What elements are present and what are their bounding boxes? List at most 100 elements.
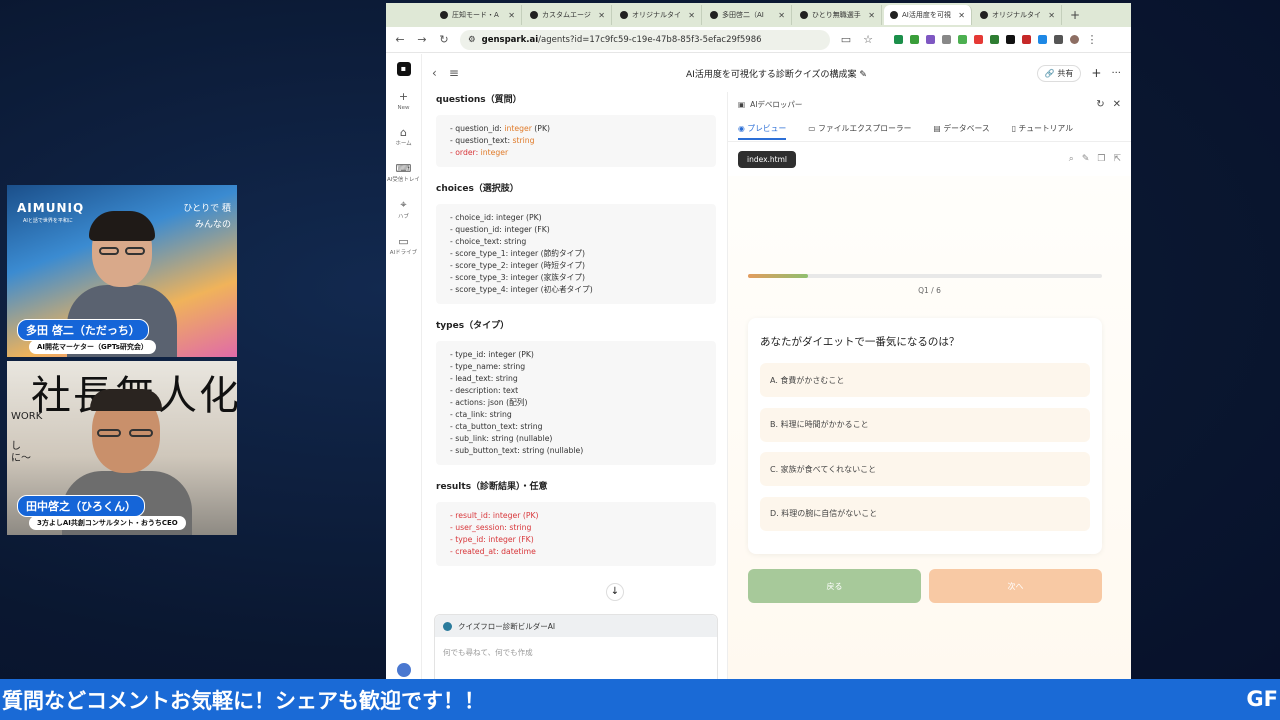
extension-icons: ⋮ — [894, 33, 1098, 46]
question-card: あなたがダイエットで一番気になるのは？ A. 食費がかさむこと B. 料理に時間… — [748, 318, 1102, 554]
dev-tabs: ◉ プレビュー ▭ ファイルエクスプローラー ▤ データベース ▯ チュートリア… — [728, 116, 1131, 142]
code-line: - result_id: integer (PK) — [450, 511, 539, 520]
menu-icon[interactable]: ≡ — [449, 66, 459, 80]
app-logo-icon[interactable]: ▪ — [396, 62, 411, 76]
close-icon[interactable]: ✕ — [778, 11, 785, 20]
browser-tab[interactable]: カスタムエージ ✕ — [524, 5, 612, 25]
extension-icon[interactable] — [990, 35, 999, 44]
tab-label: オリジナルタイ — [992, 11, 1041, 19]
file-chip[interactable]: index.html — [738, 150, 796, 168]
refresh-icon[interactable]: ↻ — [1096, 99, 1104, 110]
answer-option[interactable]: C. 家族が食べてくれないこと — [760, 452, 1090, 486]
bookmark-star-icon[interactable]: ☆ — [862, 33, 874, 46]
answer-option[interactable]: D. 料理の腕に自信がないこと — [760, 496, 1090, 531]
plus-icon: + — [398, 90, 409, 103]
code-line: - score_type_3: integer (家族タイプ) — [450, 273, 586, 282]
answer-option[interactable]: A. 食費がかさむこと — [760, 363, 1090, 397]
favicon-icon — [710, 11, 718, 19]
back-button[interactable]: 戻る — [748, 569, 921, 603]
section-title: results（診断結果）・任意 — [436, 482, 548, 492]
browser-tab[interactable]: オリジナルタイ ✕ — [614, 5, 702, 25]
extension-icon[interactable] — [974, 35, 983, 44]
more-horizontal-icon[interactable]: ··· — [1111, 68, 1121, 79]
close-icon[interactable]: ✕ — [688, 11, 695, 20]
back-arrow-icon[interactable]: ← — [394, 33, 406, 46]
puzzle-icon[interactable] — [1054, 35, 1063, 44]
code-line: - type_id: integer (PK) — [450, 350, 534, 359]
extension-icon[interactable] — [1006, 35, 1015, 44]
copy-icon[interactable]: ❐ — [1097, 154, 1105, 164]
cam-side-text-line: し — [11, 441, 21, 452]
tab-preview[interactable]: ◉ プレビュー — [738, 123, 787, 140]
edit-icon[interactable]: ✎ — [1082, 154, 1090, 164]
new-tab-icon[interactable]: + — [1064, 8, 1086, 22]
code-line: - type_name: string — [450, 362, 526, 371]
tab-tutorial[interactable]: ▯ チュートリアル — [1012, 123, 1073, 134]
rail-item-label: New — [397, 105, 410, 111]
reload-icon[interactable]: ↻ — [438, 33, 450, 46]
answer-option[interactable]: B. 料理に時間がかかること — [760, 407, 1090, 442]
profile-avatar[interactable] — [1070, 35, 1079, 44]
plus-icon[interactable]: + — [1091, 66, 1101, 80]
section-title: types（タイプ） — [436, 321, 510, 331]
quiz-navigation: 戻る 次へ — [748, 569, 1102, 603]
forward-arrow-icon[interactable]: → — [416, 33, 428, 46]
tab-file-explorer[interactable]: ▭ ファイルエクスプローラー — [808, 123, 911, 134]
link-icon: 🔗 — [1044, 68, 1055, 78]
rail-item-home[interactable]: ⌂ ホーム — [386, 126, 422, 148]
chat-composer: クイズフロー診断ビルダーAI 何でも尋ねて、何でも作成 — [434, 614, 718, 679]
extension-icon[interactable] — [1022, 35, 1031, 44]
cam-brand-sub: AIと話で世界を平和に — [23, 218, 73, 224]
close-icon[interactable]: ✕ — [958, 11, 965, 20]
comment-banner: 質問などコメントお気軽に！シェアも歓迎です！！ GF — [0, 679, 1280, 720]
close-icon[interactable]: ✕ — [868, 11, 875, 20]
cam-side-text: WORK — [11, 411, 43, 422]
share-button[interactable]: 🔗 共有 — [1036, 64, 1082, 82]
rail-item-new[interactable]: + New — [386, 90, 422, 112]
extension-icon[interactable] — [1038, 35, 1047, 44]
browser-tab[interactable]: オリジナルタイ ✕ — [974, 5, 1062, 25]
browser-tab-active[interactable]: AI活用度を可視 ✕ — [884, 5, 972, 25]
close-icon[interactable]: ✕ — [598, 11, 605, 20]
composer-agent-header[interactable]: クイズフロー診断ビルダーAI — [435, 615, 717, 637]
rail-item-inbox[interactable]: ⌨ AI受信トレイ — [386, 162, 422, 184]
code-line: - order: integer — [450, 147, 702, 159]
chevron-left-icon[interactable]: ‹ — [432, 66, 437, 80]
extension-icon[interactable] — [926, 35, 935, 44]
rail-item-label: AIドライブ — [389, 250, 418, 256]
code-block-questions: - question_id: integer (PK) - question_t… — [436, 115, 716, 167]
code-line: - actions: json (配列) — [450, 398, 528, 407]
close-icon[interactable]: ✕ — [508, 11, 515, 20]
code-line: - choice_text: string — [450, 237, 527, 246]
glasses-icon — [99, 247, 119, 255]
extension-icon[interactable] — [894, 35, 903, 44]
code-line: - user_session: string — [450, 523, 532, 532]
close-icon[interactable]: ✕ — [1113, 99, 1121, 110]
user-avatar[interactable] — [397, 663, 411, 677]
folder-icon: ▭ — [398, 235, 409, 248]
url-field[interactable]: ⚙ genspark.ai/agents?id=17c9fc59-c19e-47… — [460, 29, 830, 50]
next-button[interactable]: 次へ — [929, 569, 1102, 603]
dev-panel-header: ▣ AIデベロッパー ↻ ✕ — [728, 92, 1131, 116]
glasses-icon — [97, 429, 121, 437]
scroll-down-button[interactable]: ↓ — [606, 583, 624, 601]
site-settings-icon[interactable]: ⚙ — [468, 35, 476, 45]
more-vertical-icon[interactable]: ⋮ — [1086, 33, 1098, 46]
browser-tab[interactable]: 圧知モード・A ✕ — [434, 5, 522, 25]
close-icon[interactable]: ✕ — [1048, 11, 1055, 20]
extension-icon[interactable] — [958, 35, 967, 44]
extension-icon[interactable] — [910, 35, 919, 44]
browser-tab[interactable]: 多田啓二（AI ✕ — [704, 5, 792, 25]
rail-item-hub[interactable]: ⌖ ハブ — [386, 198, 422, 221]
agent-name: クイズフロー診断ビルダーAI — [458, 621, 556, 631]
external-link-icon[interactable]: ⇱ — [1113, 154, 1121, 164]
schema-document: questions（質問） - question_id: integer (PK… — [436, 92, 716, 672]
tab-database[interactable]: ▤ データベース — [933, 123, 989, 134]
browser-tab[interactable]: ひとり無職選手 ✕ — [794, 5, 882, 25]
rail-item-drive[interactable]: ▭ AIドライブ — [386, 235, 422, 257]
chat-input[interactable]: 何でも尋ねて、何でも作成 — [435, 637, 717, 668]
extension-icon[interactable] — [942, 35, 951, 44]
search-icon[interactable]: ⌕ — [1069, 154, 1074, 164]
code-line: - description: text — [450, 386, 519, 395]
cast-icon[interactable]: ▭ — [840, 33, 852, 46]
